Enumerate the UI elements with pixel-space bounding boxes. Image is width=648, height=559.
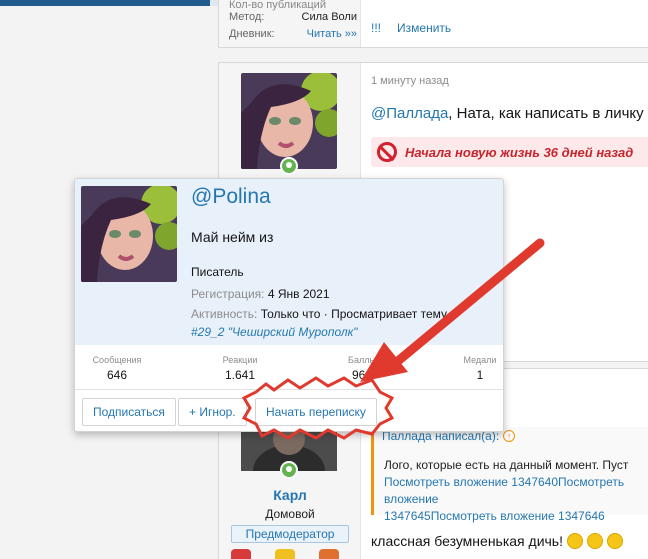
activity-thread-link[interactable]: #29_2 "Чеширский Мурополк" xyxy=(191,325,358,339)
online-status-icon xyxy=(280,461,298,479)
username-link[interactable]: Карл xyxy=(219,487,361,503)
member-avatar[interactable] xyxy=(81,186,177,282)
trophy-row xyxy=(231,549,339,559)
post-message: классная безумненькая дичь! xyxy=(371,533,623,549)
quote-line: Лого, которые есть на данный момент. Пус… xyxy=(384,458,629,472)
member-tooltip: @Polina Май нейм из Писатель Регистрация… xyxy=(74,178,504,432)
user-meta-diary: Дневник: Читать »» xyxy=(229,28,357,40)
attachment-link[interactable]: 1347645Посмотреть вложение 1347646 xyxy=(384,508,648,525)
stat-value: 646 xyxy=(106,368,128,382)
stat-label: Медали xyxy=(463,355,497,365)
status-notice: Начала новую жизнь 36 дней назад xyxy=(371,137,648,167)
edit-link[interactable]: Изменить xyxy=(397,21,451,35)
member-title: Писатель xyxy=(191,265,244,279)
activity-label: Активность: xyxy=(191,307,258,321)
stat-label: Сообщения xyxy=(92,355,142,365)
member-tooltip-actions: Подписаться + Игнор. Начать переписку xyxy=(75,389,503,431)
attachment-link[interactable]: Посмотреть вложение 1347640Посмотреть вл… xyxy=(384,474,648,508)
grin-emoji-icon xyxy=(587,533,603,549)
user-title: Домовой xyxy=(265,507,315,521)
stat-points[interactable]: Баллы 960 xyxy=(337,355,387,382)
quote-body: Лого, которые есть на данный момент. Пус… xyxy=(384,457,648,525)
stat-medals[interactable]: Медали 1 xyxy=(457,355,503,382)
user-meta-method: Метод: Сила Воли xyxy=(229,11,357,23)
registration-value: 4 Янв 2021 xyxy=(267,287,330,301)
stat-value: 1 xyxy=(476,368,484,382)
online-status-icon xyxy=(280,157,298,175)
ignore-button[interactable]: + Игнор. xyxy=(178,398,247,426)
trophy-icon[interactable] xyxy=(275,549,295,559)
post-previous: Кол-во публикаций Метод: Сила Воли Дневн… xyxy=(218,0,648,48)
activity-value: Только что · Просматривает тему xyxy=(260,307,448,321)
member-name-link[interactable]: @Polina xyxy=(191,185,271,209)
method-value: Сила Воли xyxy=(301,11,357,23)
stat-reactions[interactable]: Реакции 1.641 xyxy=(213,355,267,382)
post-actions: !!! Изменить xyxy=(371,21,451,35)
thumbs-up-emoji-icon xyxy=(607,533,623,549)
diary-link[interactable]: Читать »» xyxy=(307,28,357,40)
post-message-text: классная безумненькая дичь! xyxy=(371,533,563,549)
member-status: Май нейм из xyxy=(191,229,274,245)
user-meta-clipped: Кол-во публикаций xyxy=(229,0,357,11)
registration-label: Регистрация: xyxy=(191,287,265,301)
follow-button[interactable]: Подписаться xyxy=(82,398,176,426)
post-message-text: , Ната, как написать в личку xyxy=(448,105,644,122)
trophy-icon[interactable] xyxy=(231,549,251,559)
jump-up-icon[interactable]: ↑ xyxy=(503,430,516,442)
thumbs-up-emoji-icon xyxy=(567,533,583,549)
stat-value: 960 xyxy=(351,368,373,382)
status-notice-text: Начала новую жизнь 36 дней назад xyxy=(405,144,634,160)
quote-block: Паллада написал(а): ↑ Лого, которые есть… xyxy=(371,427,648,523)
method-label: Метод: xyxy=(229,11,265,23)
user-banner: Предмодератор xyxy=(231,525,349,543)
avatar[interactable] xyxy=(241,73,337,169)
stat-messages[interactable]: Сообщения 646 xyxy=(85,355,149,382)
stat-label: Реакции xyxy=(222,355,258,365)
stat-label: Баллы xyxy=(348,355,376,365)
report-link[interactable]: !!! xyxy=(371,21,381,35)
start-conversation-button[interactable]: Начать переписку xyxy=(255,398,377,426)
user-meta-clipped-label: Кол-во публикаций xyxy=(229,0,326,11)
member-registration: Регистрация: 4 Янв 2021 xyxy=(191,287,330,301)
mention-link[interactable]: @Паллада xyxy=(371,105,448,122)
prohibited-icon xyxy=(377,142,397,162)
stat-value: 1.641 xyxy=(224,368,256,382)
post-message: @Паллада, Ната, как написать в личку xyxy=(371,105,644,122)
post-user-box: Кол-во публикаций Метод: Сила Воли Дневн… xyxy=(219,0,361,47)
trophy-icon[interactable] xyxy=(319,549,339,559)
member-activity: Активность: Только что · Просматривает т… xyxy=(191,307,447,321)
diary-label: Дневник: xyxy=(229,28,275,40)
post-time[interactable]: 1 минуту назад xyxy=(371,75,449,87)
member-stats: Сообщения 646 Реакции 1.641 Баллы 960 Ме… xyxy=(75,355,503,385)
